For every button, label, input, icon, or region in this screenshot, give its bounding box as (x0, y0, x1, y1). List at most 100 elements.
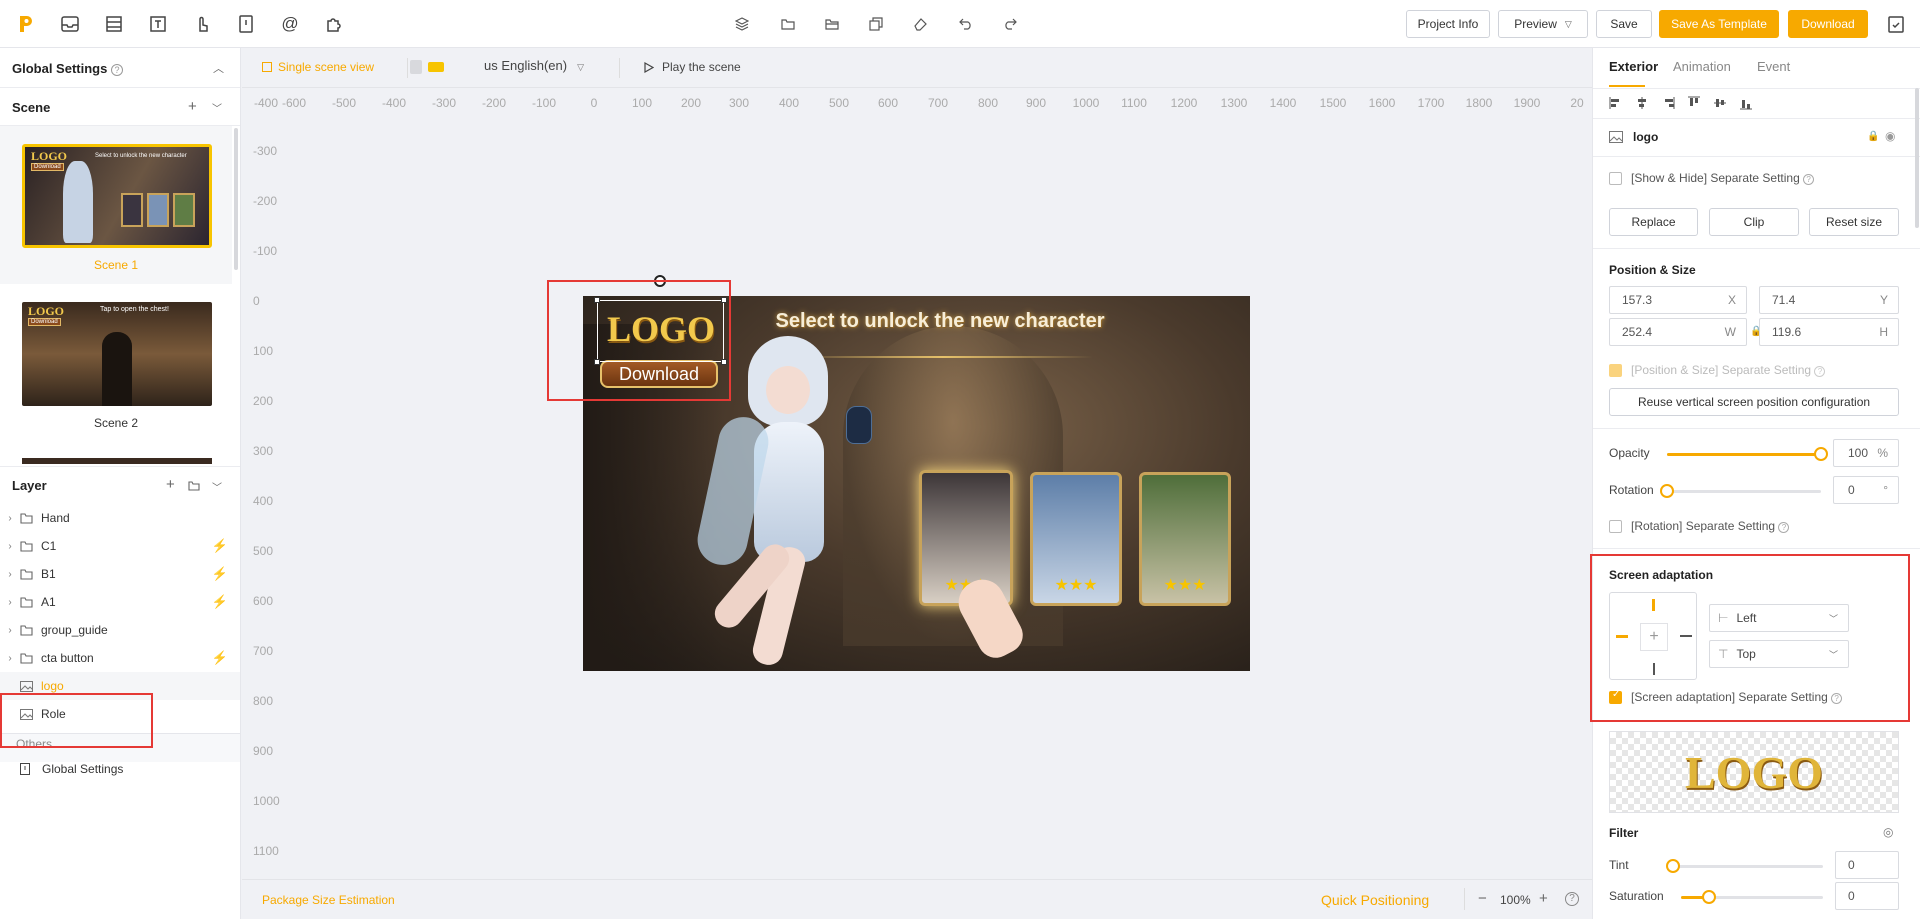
chevron-right-icon[interactable]: › (0, 513, 20, 524)
add-scene-icon[interactable]: + (188, 98, 197, 115)
chevron-down-icon[interactable]: ﹀ (212, 479, 222, 494)
interaction-bolt-icon[interactable]: ⚡ (212, 566, 228, 582)
file-icon[interactable] (234, 12, 258, 36)
folder-icon[interactable] (776, 12, 800, 36)
tint-slider[interactable] (1666, 859, 1823, 873)
lock-icon[interactable]: 🔒 (1867, 131, 1879, 142)
opacity-slider[interactable] (1667, 447, 1828, 461)
others-global-settings[interactable]: Global Settings (20, 762, 123, 776)
rotation-separate-checkbox[interactable] (1609, 520, 1622, 533)
character-card-b1[interactable]: ★★★ (1030, 472, 1122, 606)
play-scene-button[interactable]: Play the scene (644, 60, 741, 74)
opacity-slider-handle[interactable] (1814, 447, 1828, 461)
single-scene-view-toggle[interactable]: Single scene view (262, 60, 374, 74)
help-icon[interactable]: ? (1778, 522, 1790, 533)
scene-item-1[interactable]: LOGO Download Select to unlock the new c… (0, 126, 232, 284)
tab-event[interactable]: Event (1757, 59, 1790, 74)
inbox-icon[interactable] (58, 12, 82, 36)
x-input[interactable]: 157.3 X (1609, 286, 1747, 314)
preview-dropdown[interactable]: Preview ▽ (1498, 10, 1588, 38)
character-card-c1[interactable]: ★★★ (1139, 472, 1231, 606)
chevron-right-icon[interactable]: › (0, 541, 20, 552)
at-icon[interactable]: @ (278, 12, 302, 36)
layer-item[interactable]: › B1 ⚡ (0, 560, 240, 588)
align-bottom-icon[interactable] (1739, 96, 1755, 112)
text-icon[interactable] (146, 12, 170, 36)
align-center-h-icon[interactable] (1635, 96, 1651, 112)
save-button[interactable]: Save (1596, 10, 1652, 38)
layer-item[interactable]: › Hand (0, 504, 240, 532)
clip-button[interactable]: Clip (1709, 208, 1799, 236)
chevron-right-icon[interactable]: › (0, 653, 20, 664)
quick-positioning-button[interactable]: Quick Positioning (1321, 892, 1429, 908)
checklist-icon[interactable] (1884, 12, 1908, 36)
opacity-input[interactable]: 100% (1833, 439, 1899, 467)
save-as-template-button[interactable]: Save As Template (1659, 10, 1779, 38)
show-hide-checkbox[interactable] (1609, 172, 1622, 185)
language-dropdown[interactable]: us English(en) ▽ (484, 58, 584, 73)
chevron-right-icon[interactable]: › (0, 569, 20, 580)
align-top-icon[interactable] (1687, 96, 1703, 112)
layers-icon[interactable] (730, 12, 754, 36)
help-icon[interactable]: ? (110, 64, 123, 76)
layer-item[interactable]: › C1 ⚡ (0, 532, 240, 560)
chevron-right-icon[interactable]: › (0, 625, 20, 636)
saturation-slider-handle[interactable] (1702, 890, 1717, 904)
layer-item[interactable]: › cta button ⚡ (0, 644, 240, 672)
scene-3-thumbnail-partial[interactable] (22, 458, 212, 464)
tint-slider-handle[interactable] (1666, 859, 1680, 873)
h-input[interactable]: 119.6 H (1759, 318, 1899, 346)
help-icon[interactable]: ? (1814, 366, 1826, 377)
filter-reset-icon[interactable]: ◎ (1883, 825, 1893, 839)
layer-item[interactable]: › A1 ⚡ (0, 588, 240, 616)
property-scrollbar[interactable] (1915, 88, 1919, 228)
zoom-out-button[interactable]: − (1478, 890, 1487, 907)
reuse-vertical-config-button[interactable]: Reuse vertical screen position configura… (1609, 388, 1899, 416)
layout-icon[interactable] (102, 12, 126, 36)
device-toggle-portrait[interactable] (410, 60, 422, 74)
redo-icon[interactable] (998, 12, 1022, 36)
collapse-icon[interactable]: ︿ (213, 60, 224, 76)
rotation-input[interactable]: 0 ° (1833, 476, 1899, 504)
align-left-icon[interactable] (1609, 96, 1625, 112)
rotation-slider[interactable] (1660, 484, 1821, 498)
scene-scrollbar[interactable] (234, 128, 238, 270)
tint-input[interactable]: 0 (1835, 851, 1899, 879)
layer-item[interactable]: › group_guide (0, 616, 240, 644)
undo-icon[interactable] (954, 12, 978, 36)
help-icon[interactable]: ? (1565, 892, 1579, 906)
folder-open-icon[interactable] (820, 12, 844, 36)
interaction-bolt-icon[interactable]: ⚡ (212, 594, 228, 610)
folder-icon[interactable] (188, 479, 200, 494)
package-size-estimation-link[interactable]: Package Size Estimation (262, 893, 395, 907)
tab-exterior[interactable]: Exterior (1609, 59, 1658, 74)
reset-size-button[interactable]: Reset size (1809, 208, 1899, 236)
copy-icon[interactable] (864, 12, 888, 36)
project-info-button[interactable]: Project Info (1406, 10, 1490, 38)
align-middle-v-icon[interactable] (1713, 96, 1729, 112)
chevron-right-icon[interactable]: › (0, 597, 20, 608)
app-logo[interactable] (14, 12, 38, 36)
scene-item-2[interactable]: LOGO Download Tap to open the chest! Sce… (0, 284, 232, 442)
replace-button[interactable]: Replace (1609, 208, 1698, 236)
chevron-down-icon[interactable]: ﹀ (212, 100, 222, 115)
align-right-icon[interactable] (1661, 96, 1677, 112)
zoom-in-button[interactable]: + (1539, 890, 1548, 907)
y-input[interactable]: 71.4 Y (1759, 286, 1899, 314)
device-toggle-landscape[interactable] (428, 62, 444, 72)
eye-icon[interactable]: ◉ (1885, 129, 1895, 143)
rotation-slider-handle[interactable] (1660, 484, 1674, 498)
eraser-icon[interactable] (908, 12, 932, 36)
saturation-slider[interactable] (1681, 890, 1823, 904)
interaction-bolt-icon[interactable]: ⚡ (212, 538, 228, 554)
help-icon[interactable]: ? (1803, 174, 1815, 185)
interaction-bolt-icon[interactable]: ⚡ (212, 650, 228, 666)
position-separate-checkbox[interactable] (1609, 364, 1622, 377)
download-button[interactable]: Download (1788, 10, 1868, 38)
saturation-input[interactable]: 0 (1835, 882, 1899, 910)
hand-icon[interactable] (190, 12, 214, 36)
add-layer-icon[interactable]: + (166, 476, 175, 493)
w-input[interactable]: 252.4 W (1609, 318, 1747, 346)
plugin-icon[interactable] (322, 12, 346, 36)
tab-animation[interactable]: Animation (1673, 59, 1731, 74)
